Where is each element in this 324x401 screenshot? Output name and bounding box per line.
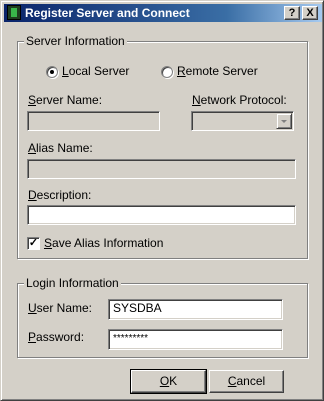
user-name-label: User Name: [28,301,93,315]
save-alias-label[interactable]: Save Alias Information [44,236,163,250]
server-name-input[interactable] [27,111,160,131]
window-title: Register Server and Connect [25,6,190,20]
register-server-dialog: Register Server and Connect ? X Server I… [0,0,324,401]
title-bar[interactable]: Register Server and Connect ? X [4,4,322,22]
remote-server-label[interactable]: Remote Server [177,64,258,78]
server-information-label: Server Information [24,34,127,48]
ok-button[interactable]: OK [130,369,207,394]
alias-name-input[interactable] [27,159,296,179]
network-protocol-label: Network Protocol: [192,93,287,107]
server-name-label: Server Name: [28,93,103,107]
help-button[interactable]: ? [284,6,300,20]
description-input[interactable] [27,205,296,225]
password-input[interactable]: ********* [108,329,283,350]
cancel-button[interactable]: Cancel [209,370,284,393]
network-protocol-select[interactable] [191,111,294,131]
save-alias-checkbox[interactable]: ✓ [27,237,40,250]
local-server-label[interactable]: Local Server [62,64,129,78]
app-icon [7,5,21,20]
close-button[interactable]: X [302,6,318,20]
remote-server-radio[interactable] [161,66,173,78]
alias-name-label: Alias Name: [28,141,93,155]
chevron-down-icon[interactable] [276,113,292,129]
password-label: Password: [28,330,85,344]
user-name-input[interactable]: SYSDBA [108,299,283,320]
local-server-radio[interactable] [46,66,58,78]
login-information-label: Login Information [24,276,121,290]
description-label: Description: [28,188,92,202]
